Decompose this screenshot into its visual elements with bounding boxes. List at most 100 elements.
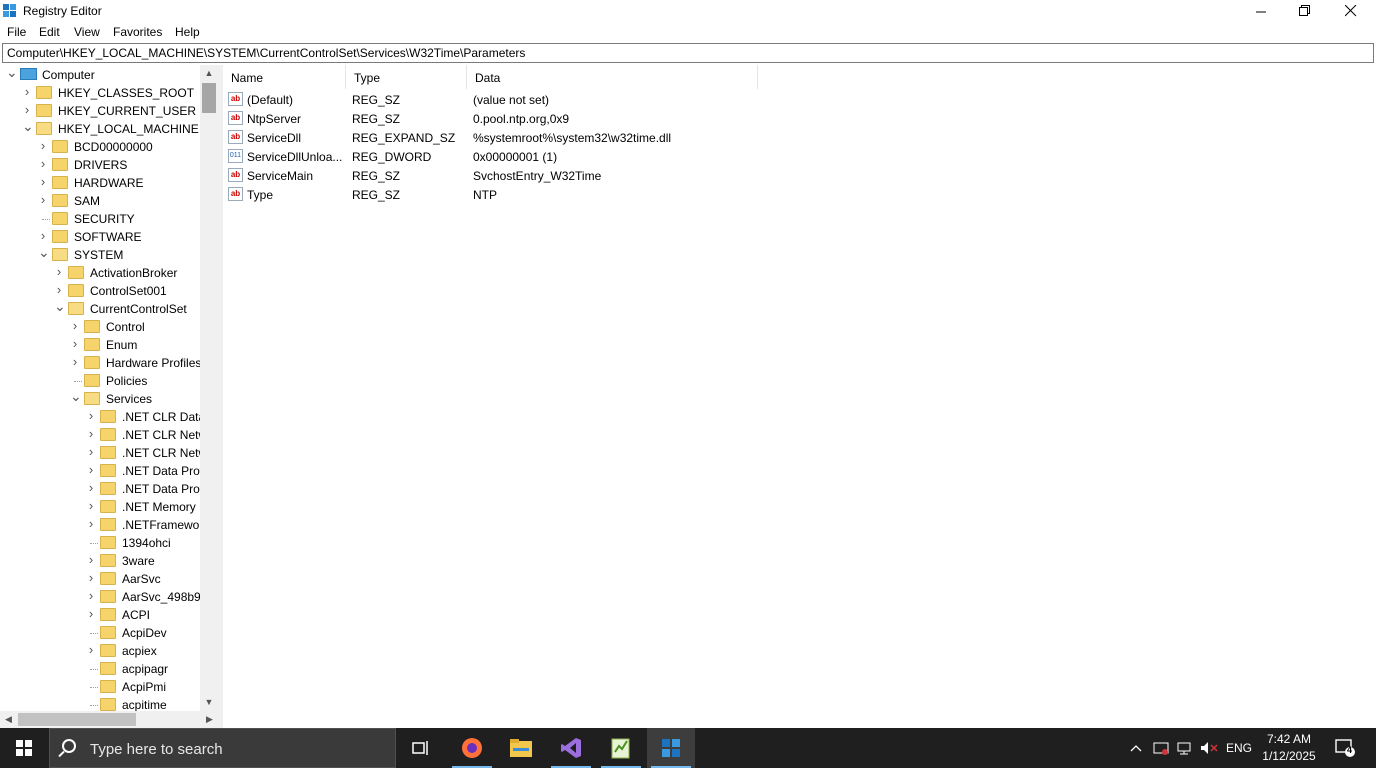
tree-node[interactable]: › BCD00000000 — [0, 138, 200, 156]
chevron-right-icon[interactable]: › — [86, 427, 96, 440]
show-hidden-icons-button[interactable] — [1126, 728, 1146, 768]
chevron-down-icon[interactable]: ⌄ — [70, 389, 82, 403]
chevron-right-icon[interactable]: › — [86, 571, 96, 584]
tree-horizontal-scrollbar[interactable]: ◀ ▶ — [0, 711, 218, 728]
chevron-right-icon[interactable]: › — [70, 319, 80, 332]
tree-node[interactable]: › .NET CLR Data — [0, 408, 205, 426]
tree-node[interactable]: › .NET Memory — [0, 498, 200, 516]
chevron-right-icon[interactable]: › — [70, 337, 80, 350]
menu-edit[interactable]: Edit — [39, 25, 60, 39]
chevron-right-icon[interactable]: › — [54, 283, 64, 296]
tree-node[interactable]: 1394ohci — [0, 534, 200, 552]
tree-node[interactable]: › Enum — [0, 336, 200, 354]
chevron-down-icon[interactable]: ⌄ — [38, 245, 50, 259]
tree-node[interactable]: › .NET Data Prov — [0, 480, 206, 498]
chevron-right-icon[interactable]: › — [86, 607, 96, 620]
chevron-right-icon[interactable]: › — [70, 355, 80, 368]
tree-node[interactable]: acpipagr — [0, 660, 200, 678]
tree-node[interactable]: › Hardware Profiles — [0, 354, 202, 372]
chevron-right-icon[interactable]: › — [38, 193, 48, 206]
chevron-right-icon[interactable]: › — [86, 409, 96, 422]
scroll-up-icon[interactable]: ▲ — [200, 65, 218, 82]
chevron-right-icon[interactable]: › — [86, 643, 96, 656]
column-header-data[interactable]: Data — [467, 65, 758, 89]
tree-node[interactable]: › ControlSet001 — [0, 282, 200, 300]
chevron-down-icon[interactable]: ⌄ — [54, 299, 66, 313]
chevron-right-icon[interactable]: › — [38, 229, 48, 242]
value-row[interactable]: ab ServiceDll REG_EXPAND_SZ %systemroot%\sy… — [223, 128, 763, 147]
tree-node[interactable]: ⌄ Computer — [0, 65, 200, 84]
tree-node[interactable]: AcpiPmi — [0, 678, 200, 696]
defender-tray-button[interactable] — [1150, 728, 1172, 768]
tree-node[interactable]: › AarSvc — [0, 570, 200, 588]
chevron-right-icon[interactable]: › — [86, 463, 96, 476]
notepad-plus-button[interactable] — [597, 728, 645, 768]
tree-node[interactable]: › SAM — [0, 192, 200, 210]
taskbar-search-box[interactable]: Type here to search — [49, 728, 396, 768]
chevron-down-icon[interactable]: ⌄ — [22, 119, 34, 133]
tree-node[interactable]: › 3ware — [0, 552, 200, 570]
restore-button[interactable] — [1282, 0, 1328, 22]
tree-node[interactable]: › SOFTWARE — [0, 228, 200, 246]
value-row[interactable]: ab (Default) REG_SZ (value not set) — [223, 90, 763, 109]
tree-node[interactable]: › Control — [0, 318, 200, 336]
tree-node[interactable]: › .NET CLR Netw — [0, 444, 207, 462]
tree-node[interactable]: › HKEY_CLASSES_ROOT — [0, 84, 200, 102]
column-header-type[interactable]: Type — [346, 65, 467, 89]
visual-studio-button[interactable] — [547, 728, 595, 768]
menu-help[interactable]: Help — [175, 25, 200, 39]
task-view-button[interactable] — [397, 728, 445, 768]
notification-center-button[interactable]: 4 — [1330, 728, 1360, 768]
value-row[interactable]: ab ServiceMain REG_SZ SvchostEntry_W32Time — [223, 166, 763, 185]
tree-node[interactable]: › .NET CLR Netw — [0, 426, 207, 444]
tree-node[interactable]: › ACPI — [0, 606, 200, 624]
tree-node[interactable]: › acpiex — [0, 642, 200, 660]
tree-node[interactable]: › ActivationBroker — [0, 264, 200, 282]
scroll-down-icon[interactable]: ▼ — [200, 694, 218, 711]
chevron-right-icon[interactable]: › — [22, 85, 32, 98]
chevron-right-icon[interactable]: › — [86, 499, 96, 512]
volume-tray-button[interactable] — [1198, 728, 1220, 768]
firefox-button[interactable] — [448, 728, 496, 768]
start-button[interactable] — [0, 728, 48, 768]
input-language-indicator[interactable]: ENG — [1222, 728, 1256, 768]
tree-node[interactable]: AcpiDev — [0, 624, 200, 642]
scroll-right-icon[interactable]: ▶ — [201, 711, 218, 728]
horizontal-scroll-thumb[interactable] — [18, 713, 136, 726]
chevron-down-icon[interactable]: ⌄ — [6, 65, 18, 79]
chevron-right-icon[interactable]: › — [22, 103, 32, 116]
tree-node[interactable]: Policies — [0, 372, 200, 390]
chevron-right-icon[interactable]: › — [38, 175, 48, 188]
tree-node[interactable]: SECURITY — [0, 210, 200, 228]
chevron-right-icon[interactable]: › — [54, 265, 64, 278]
minimize-button[interactable] — [1238, 0, 1284, 22]
vertical-scroll-thumb[interactable] — [202, 83, 216, 113]
clock[interactable]: 7:42 AM 1/12/2025 — [1258, 731, 1320, 765]
registry-editor-taskbar-button[interactable] — [647, 728, 695, 768]
column-header-name[interactable]: Name — [223, 65, 346, 89]
address-bar[interactable]: Computer\HKEY_LOCAL_MACHINE\SYSTEM\Curre… — [2, 43, 1374, 63]
chevron-right-icon[interactable]: › — [38, 157, 48, 170]
chevron-right-icon[interactable]: › — [86, 445, 96, 458]
tree-node[interactable]: ⌄ HKEY_LOCAL_MACHINE — [0, 119, 200, 138]
chevron-right-icon[interactable]: › — [86, 589, 96, 602]
menu-file[interactable]: File — [7, 25, 26, 39]
menu-favorites[interactable]: Favorites — [113, 25, 162, 39]
close-button[interactable] — [1328, 0, 1374, 22]
scroll-left-icon[interactable]: ◀ — [0, 711, 17, 728]
chevron-right-icon[interactable]: › — [38, 139, 48, 152]
tree-node[interactable]: ⌄ SYSTEM — [0, 245, 200, 264]
chevron-right-icon[interactable]: › — [86, 553, 96, 566]
value-row[interactable]: ab NtpServer REG_SZ 0.pool.ntp.org,0x9 — [223, 109, 763, 128]
chevron-right-icon[interactable]: › — [86, 481, 96, 494]
tree-node[interactable]: › .NETFramewor — [0, 516, 204, 534]
menu-view[interactable]: View — [74, 25, 100, 39]
value-row[interactable]: ab Type REG_SZ NTP — [223, 185, 763, 204]
tree-vertical-scrollbar[interactable]: ▲ ▼ — [200, 65, 218, 711]
tree-node[interactable]: ⌄ Services — [0, 389, 200, 408]
tree-node[interactable]: › HARDWARE — [0, 174, 200, 192]
tree-node[interactable]: › AarSvc_498b9 — [0, 588, 201, 606]
value-row[interactable]: 011 ServiceDllUnloa... REG_DWORD 0x00000001… — [223, 147, 763, 166]
file-explorer-button[interactable] — [497, 728, 545, 768]
tree-node[interactable]: › .NET Data Prov — [0, 462, 206, 480]
